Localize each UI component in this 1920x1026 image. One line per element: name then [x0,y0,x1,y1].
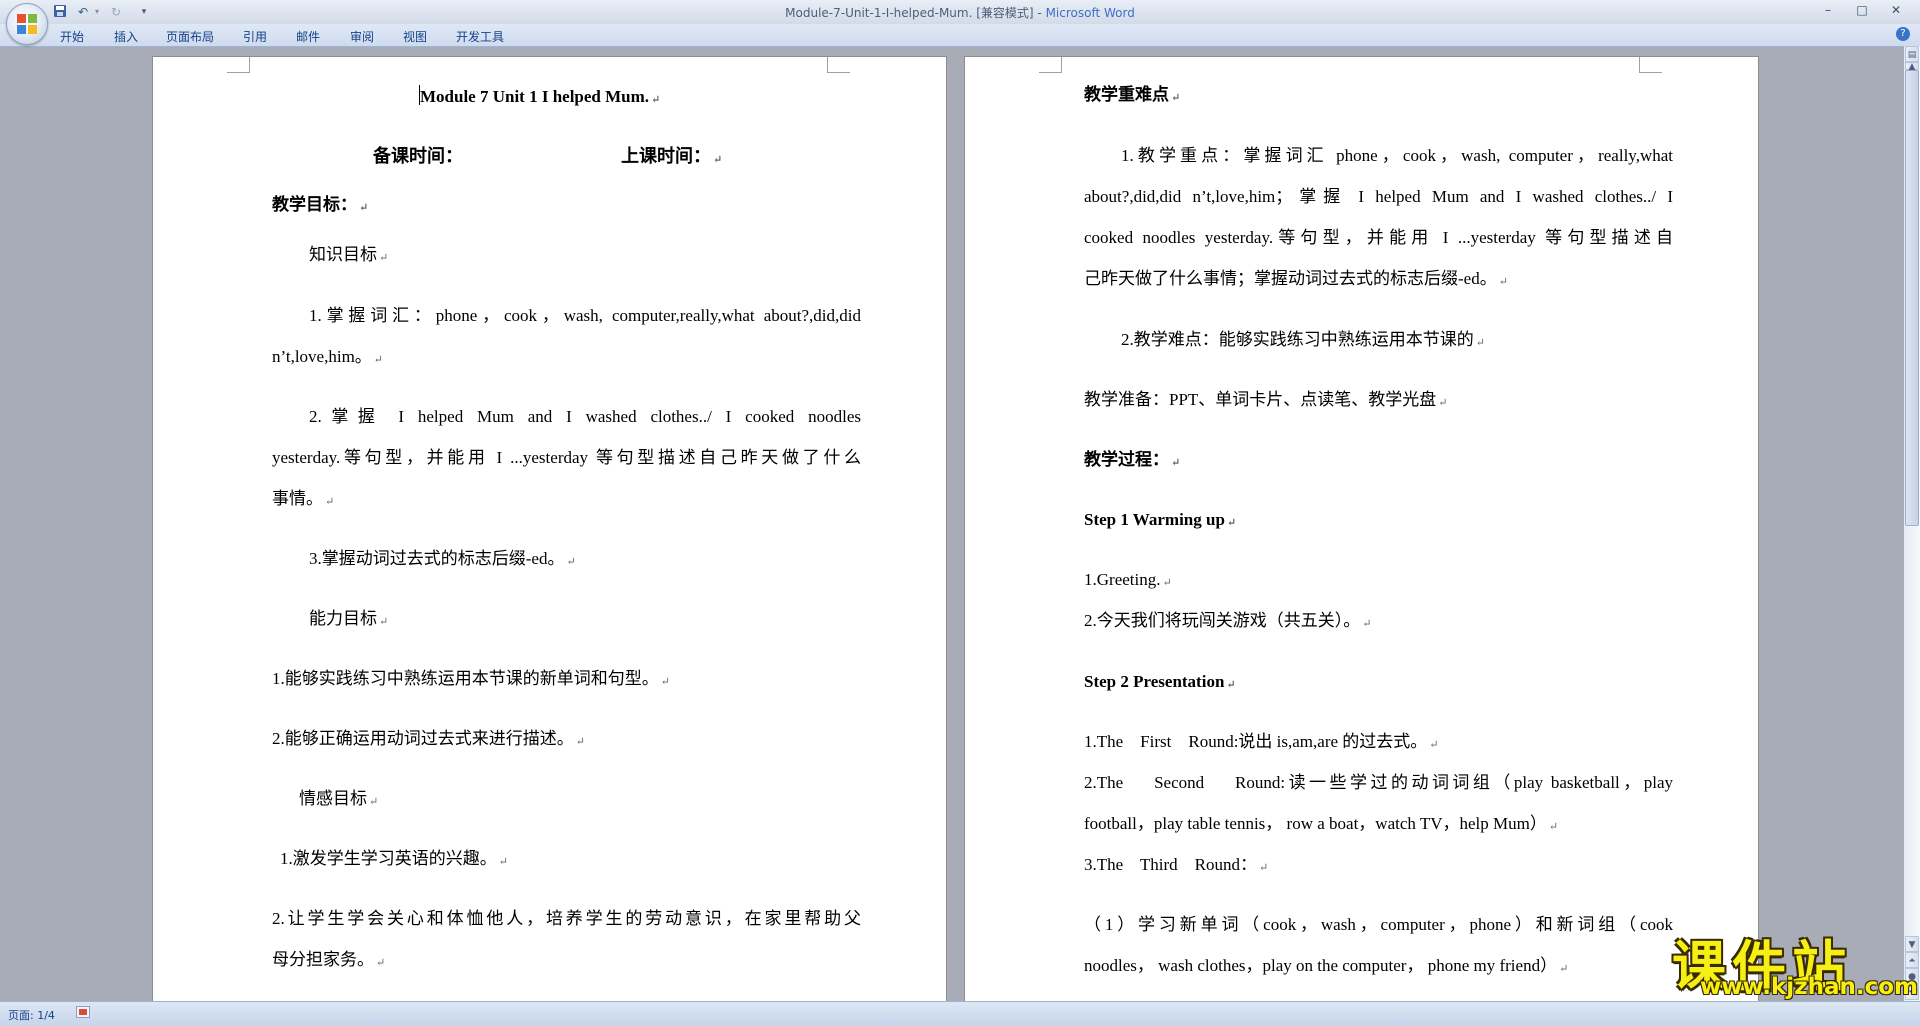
round-2-cont: football，play table tennis， row a boat，w… [1084,814,1558,837]
knowledge-heading: 知识目标 [309,245,388,268]
tab-mailings[interactable]: 邮件 [296,28,320,45]
office-logo-icon [17,14,37,34]
ruler-toggle-icon[interactable]: ▤ [1905,46,1919,62]
knowledge-item-1: 1.掌握词汇：phone，cook，wash, computer,really,… [309,306,861,325]
office-button[interactable] [6,3,48,45]
help-icon[interactable]: ? [1896,27,1910,41]
margin-corner-mark [1639,57,1662,73]
step-1-heading: Step 1 Warming up [1084,510,1236,533]
scroll-thumb[interactable] [1905,70,1919,526]
knowledge-item-2-cont: yesterday.等句型，并能用 I ...yesterday 等句型描述自己… [272,448,861,467]
emotion-heading: 情感目标 [299,789,378,812]
tab-insert[interactable]: 插入 [114,28,138,45]
tab-review[interactable]: 审阅 [350,28,374,45]
knowledge-item-2: 2.掌握 I helped Mum and I washed clothes..… [309,407,861,426]
title-bar: ↶ ▾ ↻ ▾ Module-7-Unit-1-I-helped-Mum. [兼… [0,0,1920,24]
emotion-item-2-cont: 母分担家务。 [272,950,385,973]
previous-page-button[interactable]: ⏶ [1905,952,1919,968]
tab-references[interactable]: 引用 [243,28,267,45]
scroll-down-button[interactable]: ▼ [1905,936,1919,952]
key-point-1-cont: cooked noodles yesterday.等句型，并能用 I ...ye… [1084,228,1673,247]
close-button[interactable]: ✕ [1880,0,1912,20]
maximize-button[interactable]: □ [1846,0,1878,20]
step-1-item-2: 2.今天我们将玩闯关游戏（共五关）。 [1084,611,1371,634]
class-time-label: 上课时间： [621,146,722,170]
prep-time-label: 备课时间： [373,146,463,166]
knowledge-item-1-cont: n’t,love,him。 [272,347,383,370]
ribbon-tab-bar: 开始 插入 页面布局 引用 邮件 审阅 视图 开发工具 ? [0,24,1920,47]
tab-home[interactable]: 开始 [60,28,84,45]
round-3: 3.The Third Round： [1084,855,1268,878]
scroll-up-button[interactable]: ▲ [1905,62,1919,72]
key-point-1-cont: about?,did,did n’t,love,him；掌握 I helped … [1084,187,1673,206]
new-words-item: （1）学习新单词（cook，wash，computer，phone）和新词组（c… [1084,915,1673,934]
document-page-2[interactable]: 教学重难点 1.教学重点：掌握词汇 phone，cook，wash, compu… [964,56,1759,1006]
process-heading: 教学过程： [1084,450,1180,473]
vertical-scrollbar[interactable]: ▤ ▲ ▼ ⏶ ● ⏷ [1904,46,1920,1001]
key-point-1-end: 己昨天做了什么事情；掌握动词过去式的标志后缀-ed。 [1084,269,1508,292]
document-page-1[interactable]: Module 7 Unit 1 I helped Mum. 备课时间： 上课时间… [152,56,947,1006]
macro-record-icon[interactable] [76,1006,90,1018]
tab-view[interactable]: 视图 [403,28,427,45]
status-bar: 页面: 1/4 [0,1001,1920,1026]
window-title: Module-7-Unit-1-I-helped-Mum. [兼容模式] - M… [785,6,1135,20]
key-point-1: 1.教学重点：掌握词汇 phone，cook，wash, computer，re… [1121,146,1673,165]
objectives-heading: 教学目标： [272,195,368,218]
margin-corner-mark [1039,57,1062,73]
ability-item-1: 1.能够实践练习中熟练运用本节课的新单词和句型。 [272,669,670,692]
page-indicator[interactable]: 页面: 1/4 [8,1007,55,1023]
watermark-url: www.kjzhan.com [1700,974,1918,1000]
key-points-heading: 教学重难点 [1084,85,1180,108]
round-1: 1.The First Round:说出 is,am,are 的过去式。 [1084,732,1439,755]
emotion-item-2: 2.让学生学会关心和体恤他人，培养学生的劳动意识，在家里帮助父 [272,909,861,928]
document-title: Module 7 Unit 1 I helped Mum. [419,85,660,110]
new-words-item-cont: noodles， wash clothes，play on the comput… [1084,956,1568,979]
ability-heading: 能力目标 [309,609,388,632]
knowledge-item-2-end: 事情。 [272,489,334,512]
step-1-item-1: 1.Greeting. [1084,570,1172,593]
round-2: 2.The Second Round:读一些学过的动词词组（play baske… [1084,773,1673,792]
minimize-button[interactable]: – [1812,0,1844,20]
step-2-heading: Step 2 Presentation [1084,672,1236,695]
margin-corner-mark [227,57,250,73]
ability-item-2: 2.能够正确运用动词过去式来进行描述。 [272,729,585,752]
knowledge-item-3: 3.掌握动词过去式的标志后缀-ed。 [309,549,576,572]
margin-corner-mark [827,57,850,73]
emotion-item-1: 1.激发学生学习英语的兴趣。 [280,849,508,872]
teaching-prep: 教学准备：PPT、单词卡片、点读笔、教学光盘 [1084,390,1448,413]
tab-developer[interactable]: 开发工具 [456,28,504,45]
tab-page-layout[interactable]: 页面布局 [166,28,214,45]
key-point-2: 2.教学难点：能够实践练习中熟练运用本节课的 [1121,330,1485,353]
